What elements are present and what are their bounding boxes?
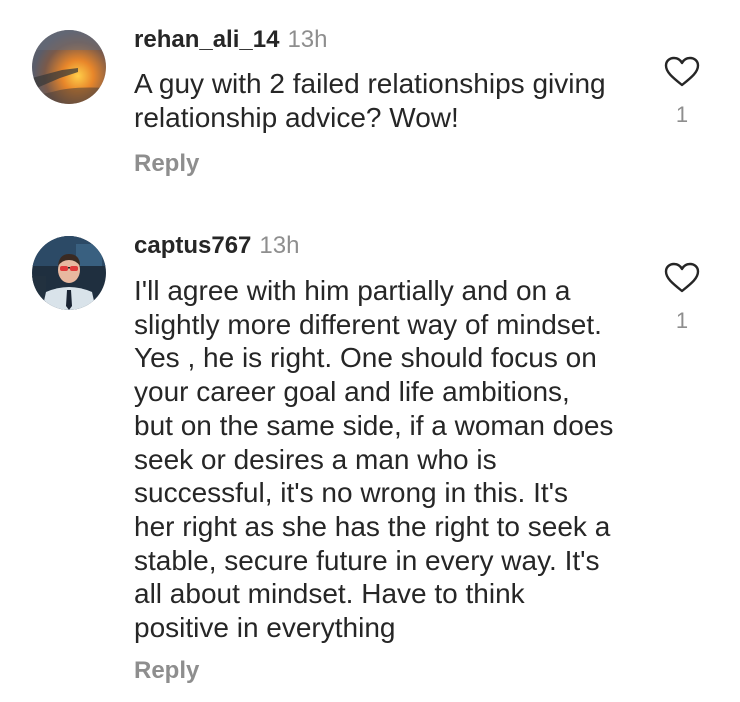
username[interactable]: rehan_ali_14	[134, 26, 279, 53]
comment-text-line: your career goal and life ambitions,	[134, 376, 570, 408]
comment-text-line: Yes , he is right. One should focus on	[134, 342, 597, 374]
comment-item: rehan_ali_14 13h A guy with 2 failed rela…	[0, 0, 740, 200]
username[interactable]: captus767	[134, 232, 251, 259]
comment-text-line: seek or desires a man who is	[134, 443, 497, 475]
comment-text-line: relationship advice? Wow!	[134, 101, 459, 133]
like-button[interactable]	[664, 56, 700, 88]
timestamp: 13h	[259, 232, 300, 259]
comment-text: I'll agree with him partially and on a s…	[134, 274, 654, 645]
comment-text-line: stable, secure future in every way. It's	[134, 544, 600, 576]
avatar[interactable]	[32, 236, 106, 310]
comment-meta: rehan_ali_14 13h	[134, 26, 327, 54]
comment-text-line: A guy with 2 failed relationships giving	[134, 68, 606, 99]
comment-text: A guy with 2 failed relationships giving…	[134, 67, 654, 134]
like-button[interactable]	[664, 262, 700, 294]
like-count: 1	[675, 102, 689, 127]
comment-item: captus767 13h I'll agree with him partial…	[0, 200, 740, 702]
sunset-airplane-avatar-icon	[32, 30, 106, 104]
reply-button[interactable]: Reply	[134, 150, 199, 178]
reply-button[interactable]: Reply	[134, 657, 199, 685]
comment-text-line: all about mindset. Have to think	[134, 578, 525, 610]
heart-outline-icon	[664, 56, 700, 87]
comment-text-line: positive in everything	[134, 612, 396, 644]
comment-text-line: I'll agree with him partially and on a	[134, 275, 571, 306]
comment-text-line: slightly more different way of mindset.	[134, 308, 602, 340]
timestamp: 13h	[287, 26, 328, 53]
pilot-avatar-icon	[32, 236, 106, 310]
avatar[interactable]	[32, 30, 106, 104]
like-count: 1	[675, 308, 689, 333]
comment-meta: captus767 13h	[134, 232, 299, 260]
comment-text-line: but on the same side, if a woman does	[134, 409, 614, 441]
comment-text-line: successful, it's no wrong in this. It's	[134, 477, 568, 509]
comment-text-line: her right as she has the right to seek a	[134, 510, 611, 542]
heart-outline-icon	[664, 262, 700, 293]
